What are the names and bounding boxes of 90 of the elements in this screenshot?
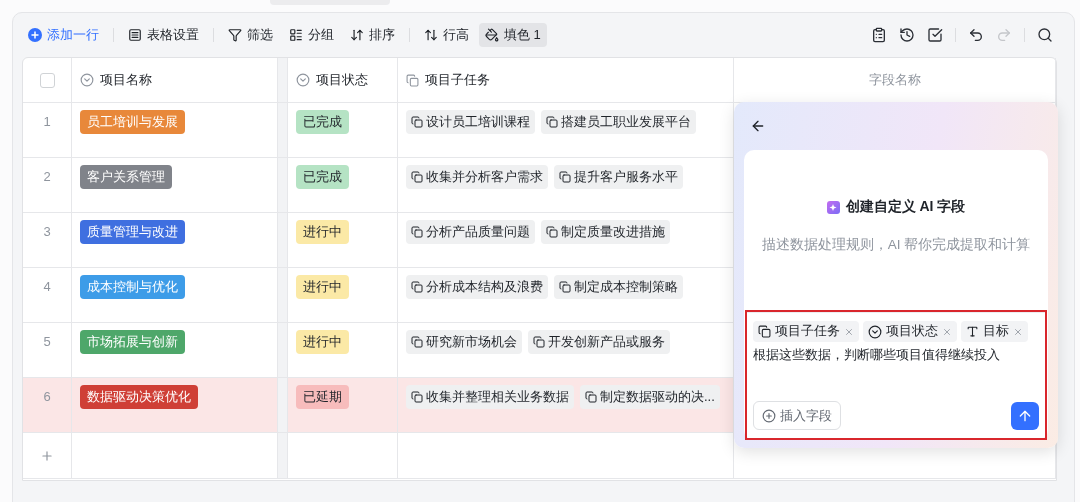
toolbar-button[interactable]: 排序 [344, 23, 401, 47]
copy-icon [546, 116, 558, 128]
project-tag: 质量管理与改进 [80, 220, 185, 244]
status-tag: 进行中 [296, 330, 349, 354]
project-tag: 成本控制与优化 [80, 275, 185, 299]
history-icon [899, 27, 915, 43]
subtask-chip[interactable]: 研究新市场机会 [406, 330, 522, 354]
toolbar-button[interactable]: 表格设置 [122, 23, 205, 47]
copy-icon [585, 391, 597, 403]
row-number: 5 [43, 333, 51, 349]
checkbox-icon [927, 27, 943, 43]
subtask-chip[interactable]: 制定数据驱动的决... [580, 385, 720, 409]
copy-icon [411, 336, 423, 348]
project-tag: 市场拓展与创新 [80, 330, 185, 354]
subtask-chip[interactable]: 制定成本控制策略 [554, 275, 683, 299]
toolbar-button[interactable]: 分组 [283, 23, 340, 47]
search-icon [1037, 27, 1053, 43]
prompt-field[interactable]: 项目子任务 项目状态 目标 根据这些数据，判断哪些项目值得继续投入 [747, 312, 1045, 364]
paint-bucket-icon [485, 28, 499, 42]
sparkle-icon [826, 200, 840, 214]
subtask-chip[interactable]: 制定质量改进措施 [541, 220, 670, 244]
chevron-circle-icon [296, 73, 310, 87]
row-height-icon [424, 28, 438, 42]
panel-subtitle: 描述数据处理规则，AI 帮你完成提取和计算 [761, 236, 1031, 254]
status-tag: 已延期 [296, 385, 349, 409]
redo-icon [996, 27, 1012, 43]
row-number: 1 [43, 113, 51, 129]
column-header: 项目子任务 [425, 71, 490, 89]
copy-icon [559, 171, 571, 183]
copy-icon [411, 391, 423, 403]
status-tag: 进行中 [296, 275, 349, 299]
panel-title: 创建自定义 AI 字段 [845, 198, 966, 216]
project-tag: 员工培训与发展 [80, 110, 185, 134]
status-tag: 进行中 [296, 220, 349, 244]
undo-icon [968, 27, 984, 43]
column-header: 项目名称 [100, 71, 152, 89]
chip-label: 项目子任务 [775, 323, 840, 340]
status-tag: 已完成 [296, 165, 349, 189]
copy-icon [406, 73, 419, 87]
subtask-chip[interactable]: 收集并整理相关业务数据 [406, 385, 574, 409]
row-number: 3 [43, 223, 51, 239]
toolbar-button[interactable]: 筛选 [222, 23, 279, 47]
close-icon[interactable] [1013, 326, 1023, 337]
close-icon[interactable] [942, 326, 952, 337]
subtask-chip[interactable]: 设计员工培训课程 [406, 110, 535, 134]
chip-label: 目标 [983, 323, 1009, 340]
copy-icon [411, 281, 423, 293]
column-header: 项目状态 [316, 71, 368, 89]
chevron-circle-icon [868, 324, 882, 339]
plus-circle-icon [762, 408, 776, 423]
copy-icon [546, 226, 558, 238]
add-row-button[interactable]: 添加一行 [22, 23, 105, 47]
field-chip[interactable]: 项目状态 [863, 321, 957, 342]
select-all-checkbox[interactable] [39, 72, 55, 88]
field-chip[interactable]: 项目子任务 [753, 321, 859, 342]
subtask-chip[interactable]: 开发创新产品或服务 [528, 330, 670, 354]
text-type-icon [966, 325, 979, 338]
toolbar-button[interactable]: 填色 1 [479, 23, 547, 47]
copy-icon [758, 325, 771, 338]
subtask-chip[interactable]: 分析成本结构及浪费 [406, 275, 548, 299]
subtask-chip[interactable]: 提升客户服务水平 [554, 165, 683, 189]
prompt-text: 根据这些数据，判断哪些项目值得继续投入 [753, 346, 1001, 364]
row-number: 4 [43, 278, 51, 294]
group-icon [289, 28, 303, 42]
sort-icon [350, 28, 364, 42]
copy-icon [411, 116, 423, 128]
status-tag: 已完成 [296, 110, 349, 134]
project-tag: 数据驱动决策优化 [80, 385, 198, 409]
subtask-chip[interactable]: 收集并分析客户需求 [406, 165, 548, 189]
copy-icon [411, 171, 423, 183]
plus-circle-icon [28, 28, 42, 42]
close-icon[interactable] [844, 326, 854, 337]
copy-icon [559, 281, 571, 293]
field-chip[interactable]: 目标 [961, 321, 1028, 342]
copy-icon [533, 336, 545, 348]
subtask-chip[interactable]: 分析产品质量问题 [406, 220, 535, 244]
filter-icon [228, 28, 242, 42]
insert-field-button[interactable]: 插入字段 [753, 401, 841, 430]
send-button[interactable] [1011, 402, 1039, 430]
copy-icon [411, 226, 423, 238]
row-number: 6 [43, 388, 51, 404]
subtask-chip[interactable]: 搭建员工职业发展平台 [541, 110, 696, 134]
clipboard-icon [871, 27, 887, 43]
row-number: 2 [43, 168, 51, 184]
chip-label: 项目状态 [886, 323, 938, 340]
column-header: 字段名称 [868, 71, 921, 89]
chevron-circle-icon [80, 73, 94, 87]
table-settings-icon [128, 28, 142, 42]
toolbar-button[interactable]: 行高 [418, 23, 475, 47]
project-tag: 客户关系管理 [80, 165, 172, 189]
